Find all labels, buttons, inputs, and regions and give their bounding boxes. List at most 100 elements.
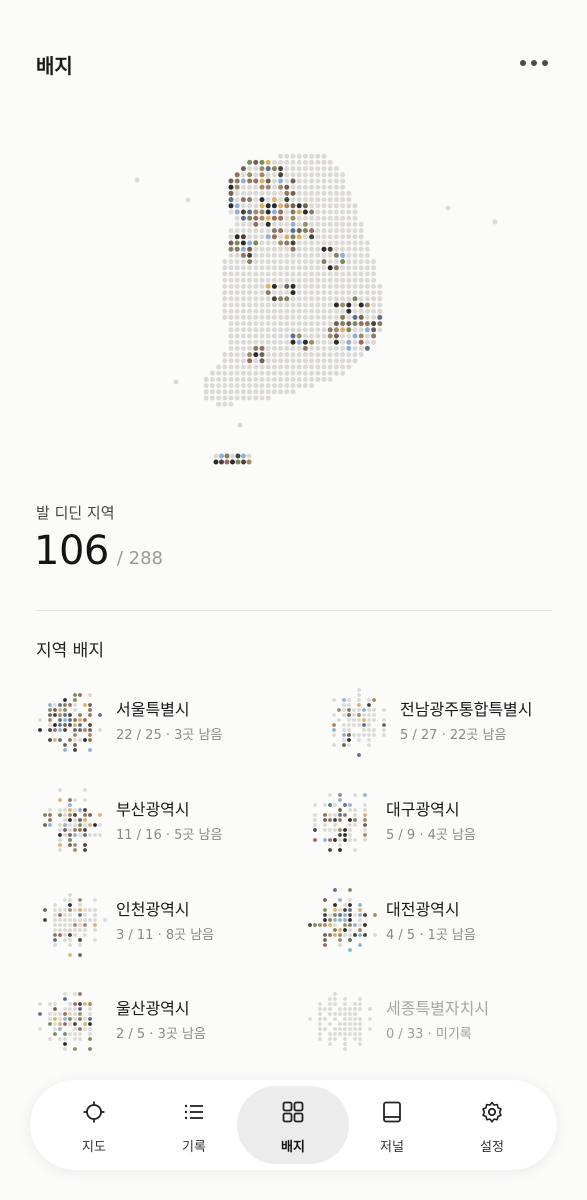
- badge-dot: [103, 918, 107, 922]
- map-dot: [296, 302, 302, 308]
- badge-name: 인천광역시: [116, 900, 190, 919]
- badge-dot: [338, 833, 342, 837]
- map-dot: [259, 271, 265, 277]
- nav-item-3[interactable]: 저널: [336, 1086, 448, 1164]
- map-dot: [327, 283, 333, 289]
- badge-dot: [328, 1037, 332, 1041]
- map-dot: [247, 296, 253, 302]
- badge-dot: [73, 923, 77, 927]
- map-dot: [364, 308, 370, 314]
- map-dot: [302, 364, 308, 370]
- map-dot: [222, 395, 228, 401]
- map-dot: [321, 370, 327, 376]
- map-dot: [290, 352, 296, 358]
- badge-dot: [58, 833, 62, 837]
- map-dot: [358, 240, 364, 246]
- map-dot: [309, 290, 315, 296]
- map-dot: [284, 209, 290, 215]
- map-dot: [358, 265, 364, 271]
- map-dot: [290, 370, 296, 376]
- badge-dot: [363, 813, 367, 817]
- map-dot: [234, 395, 240, 401]
- badge-dot: [78, 823, 82, 827]
- map-dot: [278, 389, 284, 395]
- badge-dot: [58, 788, 62, 792]
- map-dot: [134, 177, 140, 183]
- region-badge[interactable]: 서울특별시 22 / 25 · 3곳 남음: [36, 686, 296, 776]
- badge-dot: [53, 928, 57, 932]
- badge-progress: 3 / 11 · 8곳 남음: [116, 928, 215, 943]
- badge-dot: [73, 1047, 77, 1051]
- map-dot: [309, 370, 315, 376]
- map-dot: [290, 277, 296, 283]
- badge-thumbnail: [308, 992, 372, 1051]
- badge-thumbnail: [38, 693, 102, 752]
- nav-item-2[interactable]: 배지: [237, 1086, 349, 1164]
- map-dot: [333, 283, 339, 289]
- map-dot: [333, 345, 339, 351]
- badge-dot: [363, 808, 367, 812]
- nav-item-1[interactable]: 기록: [138, 1086, 250, 1164]
- badge-dot: [357, 688, 361, 692]
- map-dot: [253, 172, 259, 178]
- badge-dot: [342, 713, 346, 717]
- map-dot: [302, 240, 308, 246]
- badge-dot: [343, 1017, 347, 1021]
- map-dot: [327, 172, 333, 178]
- badge-dot: [338, 838, 342, 842]
- map-dot: [315, 240, 321, 246]
- map-dot: [259, 166, 265, 172]
- map-dot: [352, 296, 358, 302]
- badge-dot: [68, 1017, 72, 1021]
- map-dot: [315, 178, 321, 184]
- map-dot: [246, 459, 252, 465]
- map-dot: [284, 234, 290, 240]
- map-dot: [333, 314, 339, 320]
- badge-dot: [308, 923, 312, 927]
- region-badge[interactable]: 세종특별자치시 0 / 33 · 미기록: [306, 985, 566, 1075]
- badge-dot: [93, 928, 97, 932]
- badge-dot: [58, 848, 62, 852]
- map-dot: [253, 265, 259, 271]
- more-options-icon[interactable]: [520, 56, 556, 70]
- badge-dot: [58, 933, 62, 937]
- region-badge[interactable]: 울산광역시 2 / 5 · 3곳 남음: [36, 985, 296, 1075]
- map-dot: [234, 246, 240, 252]
- badge-dot: [323, 813, 327, 817]
- map-dot: [278, 314, 284, 320]
- badge-dot: [333, 918, 337, 922]
- map-dot: [302, 302, 308, 308]
- nav-item-0[interactable]: 지도: [38, 1086, 150, 1164]
- badge-dot: [323, 828, 327, 832]
- map-dot: [240, 296, 246, 302]
- badge-dot: [68, 843, 72, 847]
- map-dot: [327, 240, 333, 246]
- nav-item-4[interactable]: 설정: [436, 1086, 548, 1164]
- map-dot: [222, 290, 228, 296]
- map-dot: [296, 246, 302, 252]
- region-badge[interactable]: 대전광역시 4 / 5 · 1곳 남음: [306, 886, 566, 976]
- badge-dot: [78, 903, 82, 907]
- map-dot: [235, 459, 241, 465]
- map-dot: [247, 228, 253, 234]
- badge-dot: [83, 928, 87, 932]
- badge-dot: [343, 1012, 347, 1016]
- map-dot: [309, 184, 315, 190]
- map-dot: [296, 252, 302, 258]
- map-dot: [364, 296, 370, 302]
- map-dot: [284, 364, 290, 370]
- map-dot: [247, 159, 253, 165]
- map-dot: [265, 290, 271, 296]
- map-dot: [302, 159, 308, 165]
- region-badge[interactable]: 인천광역시 3 / 11 · 8곳 남음: [36, 886, 296, 976]
- map-dot: [219, 453, 224, 459]
- map-dot: [290, 234, 296, 240]
- badge-dot: [88, 1002, 92, 1006]
- map-dot: [265, 265, 271, 271]
- map-dot: [253, 376, 259, 382]
- map-dot: [315, 358, 321, 364]
- badge-dot: [63, 1022, 67, 1026]
- region-badge[interactable]: 전남광주통합특별시 5 / 27 · 22곳 남음: [320, 686, 580, 776]
- region-badge[interactable]: 부산광역시 11 / 16 · 5곳 남음: [36, 786, 296, 876]
- region-badge[interactable]: 대구광역시 5 / 9 · 4곳 남음: [306, 786, 566, 876]
